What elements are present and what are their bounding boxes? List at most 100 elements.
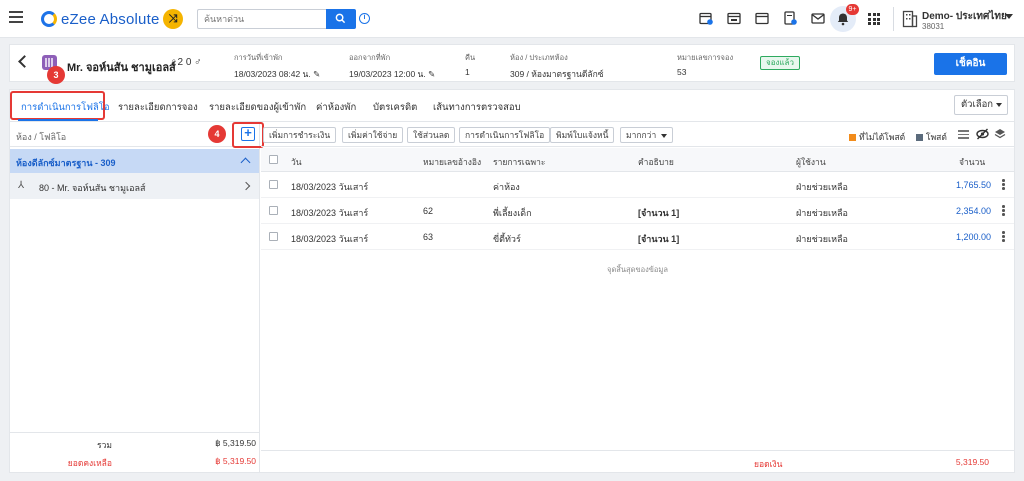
legend-posted: โพสต์ [916,130,947,144]
reservation-number-value: 53 [677,67,687,77]
table-row[interactable]: 18/03/2023 วันเสาร์ 63 ขี่ตี้ทัวร์ [จำนว… [261,224,1014,250]
folio-summary: รวม ฿ 5,319.50 ยอดคงเหลือ ฿ 5,319.50 [10,432,259,472]
add-payment-button[interactable]: เพิ่มการชำระเงิน [263,127,337,143]
room-folio-panel: ห้อง / โฟลิโอ + ห้องดีลักซ์มาตรฐาน - 309… [10,122,264,472]
room-field: ห้อง / ประเภทห้อง 309 / ห้องมาตรฐานดีลัก… [510,52,604,81]
edit-pencil-icon[interactable]: ✎ [313,69,320,79]
check-in-button[interactable]: เช็คอิน [934,53,1007,75]
transactions-panel: เพิ่มการชำระเงิน เพิ่มค่าใช้จ่าย ใช้ส่วน… [261,122,1014,472]
balance-label: ยอดคงเหลือ [67,458,112,468]
column-reference[interactable]: หมายเลขอ้างอิง [423,155,481,169]
add-charge-button[interactable]: เพิ่มค่าใช้จ่าย [342,127,404,143]
layers-icon[interactable] [994,128,1006,143]
room-group-label: ห้องดีลักซ์มาตรฐาน - 309 [16,158,116,168]
room-group[interactable]: ห้องดีลักซ์มาตรฐาน - 309 [10,149,259,173]
chevron-right-icon [241,181,251,191]
select-all-checkbox[interactable] [269,155,278,164]
calendar-grid-icon[interactable] [727,11,741,25]
table-row[interactable]: 18/03/2023 วันเสาร์ ค่าห้อง ฝ่ายช่วยเหลื… [261,172,1014,198]
more-dropdown[interactable]: มากกว่า [620,127,674,143]
folio-operations-button[interactable]: การดำเนินการโฟลิโอ [459,127,551,143]
total-label: รวม [97,440,112,450]
row-date: 18/03/2023 วันเสาร์ [291,234,369,244]
row-checkbox[interactable] [269,232,278,241]
column-date[interactable]: วัน [291,155,302,169]
search-input[interactable] [197,9,327,29]
footer-total-value: 5,319.50 [955,457,989,467]
tab-bar: การดำเนินการโฟลิโอ รายละเอียดการจอง รายล… [10,90,1014,122]
mail-icon[interactable] [811,11,825,25]
options-dropdown[interactable]: ตัวเลือก [954,95,1008,115]
menu-icon[interactable] [9,11,23,23]
logo-mark-icon [41,11,57,27]
edit-pencil-icon[interactable]: ✎ [428,69,435,79]
apps-grid-icon[interactable] [868,13,880,25]
tab-audit-trail[interactable]: เส้นทางการตรวจสอบ [433,100,521,115]
departure-label: ออกจากที่พัก [349,53,391,62]
reservation-header: Mr. จอห์นสัน ชามูเอลส์ ♀2 0 ♂ การวันที่เ… [9,44,1015,82]
tab-guest-details[interactable]: รายละเอียดของผู้เข้าพัก [209,100,306,115]
app-logo[interactable]: eZee Absolute [41,9,160,29]
shuffle-icon[interactable]: ⤨ [163,9,183,29]
tab-room-charges[interactable]: ค่าห้องพัก [316,100,356,115]
add-folio-button[interactable]: + [241,126,255,141]
info-icon[interactable]: i [359,13,370,24]
row-amount[interactable]: 1,200.00 [956,232,991,242]
divider [893,7,894,31]
legend-posted-label: โพสต์ [926,132,947,142]
row-particular: ค่าห้อง [493,182,520,192]
notification-button[interactable]: 9+ [830,4,859,32]
row-menu-icon[interactable] [1002,231,1005,243]
pax-count: ♀2 0 ♂ [170,57,202,68]
print-invoice-button[interactable]: พิมพ์ใบแจ้งหนี้ [550,127,615,143]
chevron-up-icon[interactable] [240,157,251,168]
active-tab-indicator [18,119,98,121]
total-value: ฿ 5,319.50 [215,438,256,448]
building-icon [902,10,918,31]
eye-off-icon[interactable] [976,128,989,143]
table-row[interactable]: 18/03/2023 วันเสาร์ 62 พี่เลี้ยงเด็ก [จำ… [261,198,1014,224]
search-button[interactable] [326,9,356,29]
tab-credit-card[interactable]: บัตรเครดิต [373,100,417,115]
apply-discount-button[interactable]: ใช้ส่วนลด [407,127,456,143]
departure-field: ออกจากที่พัก 19/03/2023 12:00 น. ✎ [349,52,435,81]
row-particular: พี่เลี้ยงเด็ก [493,208,532,218]
column-amount[interactable]: จำนวน [959,155,985,169]
folio-card: การดำเนินการโฟลิโอ รายละเอียดการจอง รายล… [9,89,1015,473]
options-label: ตัวเลือก [961,99,994,110]
folio-item[interactable]: ⅄ 80 - Mr. จอห์นสัน ชามูเอลส์ [10,173,259,199]
row-user: ฝ่ายช่วยเหลือ [796,208,848,218]
tab-folio-operations[interactable]: การดำเนินการโฟลิโอ [21,100,110,115]
column-user[interactable]: ผู้ใช้งาน [796,155,826,169]
row-user: ฝ่ายช่วยเหลือ [796,234,848,244]
row-checkbox[interactable] [269,180,278,189]
reservation-number-field: หมายเลขการจอง 53 [677,52,733,77]
room-value: 309 / ห้องมาตรฐานดีลักซ์ [510,69,604,79]
row-description: [จำนวน 1] [638,208,680,218]
column-particular[interactable]: รายการเฉพาะ [493,155,545,169]
row-checkbox[interactable] [269,206,278,215]
property-id: 38031 [922,22,945,31]
calendar-icon[interactable] [755,11,769,25]
nights-field: คืน 1 [465,52,475,77]
row-amount[interactable]: 2,354.00 [956,206,991,216]
invoice-icon[interactable] [783,11,797,25]
room-folio-title: ห้อง / โฟลิโอ [16,132,67,142]
chevron-down-icon[interactable] [1005,14,1013,19]
row-user: ฝ่ายช่วยเหลือ [796,182,848,192]
child-icon: ♂ [191,57,202,68]
folio-item-label: 80 - Mr. จอห์นสัน ชามูเอลส์ [39,183,146,193]
calendar-add-icon[interactable] [699,11,713,25]
tab-booking-details[interactable]: รายละเอียดการจอง [118,100,198,115]
back-arrow-icon[interactable] [18,55,31,68]
unposted-swatch [849,134,856,141]
status-badge: จองแล้ว [760,56,800,70]
row-amount[interactable]: 1,765.50 [956,180,991,190]
notification-badge: 9+ [846,4,859,15]
column-description[interactable]: คำอธิบาย [638,155,674,169]
row-menu-icon[interactable] [1002,205,1005,217]
list-view-icon[interactable] [958,130,969,139]
balance-value: ฿ 5,319.50 [215,456,256,466]
guest-name[interactable]: Mr. จอห์นสัน ชามูเอลส์ [67,58,176,76]
row-menu-icon[interactable] [1002,179,1005,191]
